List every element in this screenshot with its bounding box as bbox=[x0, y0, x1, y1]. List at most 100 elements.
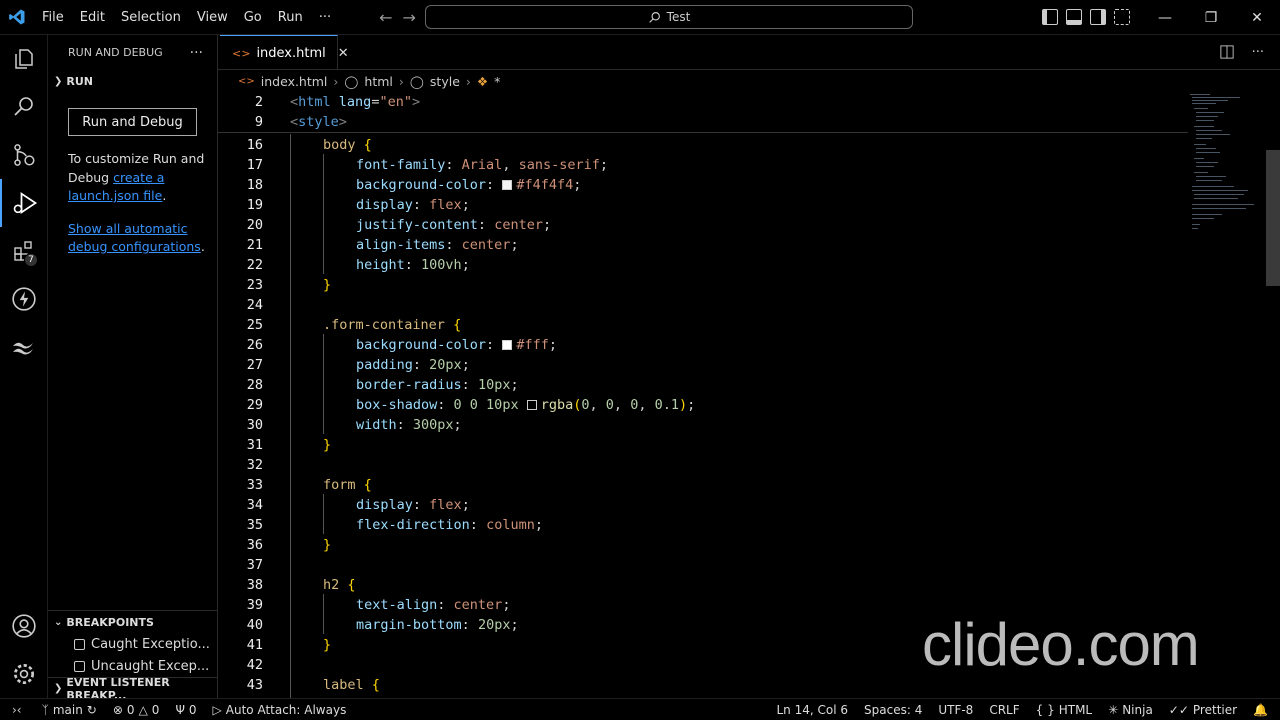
remote-icon: ›‹ bbox=[12, 702, 22, 717]
git-branch[interactable]: ᛉ main ↻ bbox=[34, 703, 105, 717]
menu-selection[interactable]: Selection bbox=[113, 0, 189, 35]
toggle-secondary-sidebar-icon[interactable] bbox=[1090, 9, 1106, 25]
code-line[interactable]: 29 box-shadow: 0 0 10px rgba(0, 0, 0, 0.… bbox=[218, 395, 1188, 415]
code-line[interactable]: 16 body { bbox=[218, 135, 1188, 155]
ports-icon: Ψ bbox=[175, 702, 185, 717]
code-line[interactable]: 19 display: flex; bbox=[218, 195, 1188, 215]
back-arrow-icon[interactable]: ← bbox=[379, 8, 392, 27]
code-line[interactable]: 38 h2 { bbox=[218, 575, 1188, 595]
settings-gear-icon[interactable] bbox=[0, 650, 48, 698]
code-line[interactable]: 18 background-color: #f4f4f4; bbox=[218, 175, 1188, 195]
tag-icon: ◯ bbox=[409, 73, 424, 89]
code-line[interactable]: 25 .form-container { bbox=[218, 315, 1188, 335]
menu-more[interactable]: ··· bbox=[311, 0, 339, 35]
uncaught-exceptions-item[interactable]: Uncaught Excep... bbox=[48, 655, 218, 677]
minimize-icon[interactable]: — bbox=[1142, 0, 1188, 35]
color-swatch[interactable] bbox=[502, 180, 513, 190]
menu-edit[interactable]: Edit bbox=[72, 0, 113, 35]
tab-index-html[interactable]: <> index.html ✕ bbox=[220, 35, 349, 70]
sticky-line[interactable]: 9 <style> bbox=[218, 112, 1188, 132]
color-swatch[interactable] bbox=[502, 340, 513, 350]
caught-exceptions-item[interactable]: Caught Exceptio... bbox=[48, 633, 218, 655]
encoding[interactable]: UTF-8 bbox=[930, 703, 981, 717]
close-icon[interactable]: ✕ bbox=[1234, 0, 1280, 35]
auto-attach[interactable]: ▷ Auto Attach: Always bbox=[205, 703, 355, 717]
code-line[interactable]: 31 } bbox=[218, 435, 1188, 455]
editor-scrollbar[interactable] bbox=[1266, 150, 1280, 286]
command-center-label: Test bbox=[666, 10, 691, 24]
ports-indicator[interactable]: Ψ 0 bbox=[167, 703, 204, 717]
breadcrumb-html[interactable]: html bbox=[364, 74, 392, 89]
language-mode[interactable]: { } HTML bbox=[1028, 703, 1101, 717]
run-section-header[interactable]: ❯ RUN bbox=[48, 70, 217, 92]
split-editor-icon[interactable] bbox=[1220, 45, 1234, 63]
braces-icon: { } bbox=[1035, 703, 1055, 717]
remote-indicator[interactable]: ›‹ bbox=[0, 703, 34, 717]
menu-go[interactable]: Go bbox=[236, 0, 270, 35]
editor-more-icon[interactable]: ··· bbox=[1252, 45, 1264, 63]
breadcrumb-style[interactable]: style bbox=[430, 74, 460, 89]
line-ending[interactable]: CRLF bbox=[981, 703, 1027, 717]
source-control-icon[interactable] bbox=[0, 131, 48, 179]
menu-file[interactable]: File bbox=[34, 0, 72, 35]
code-line[interactable]: 24 bbox=[218, 295, 1188, 315]
restore-icon[interactable]: ❐ bbox=[1188, 0, 1234, 35]
breadcrumb-star[interactable]: * bbox=[494, 74, 500, 89]
breakpoints-header[interactable]: ⌄ BREAKPOINTS bbox=[48, 611, 218, 633]
search-icon[interactable] bbox=[0, 83, 48, 131]
minimap[interactable] bbox=[1188, 92, 1266, 242]
code-line[interactable]: 23 } bbox=[218, 275, 1188, 295]
vscode-logo-icon bbox=[0, 0, 34, 35]
indentation[interactable]: Spaces: 4 bbox=[856, 703, 930, 717]
notifications-bell-icon[interactable]: 🔔 bbox=[1245, 703, 1280, 717]
code-line[interactable]: 27 padding: 20px; bbox=[218, 355, 1188, 375]
ninja-extension[interactable]: ✳ Ninja bbox=[1100, 703, 1161, 717]
code-line[interactable]: 21 align-items: center; bbox=[218, 235, 1188, 255]
code-line[interactable]: 35 flex-direction: column; bbox=[218, 515, 1188, 535]
code-editor[interactable]: 2 <html lang="en"> 9 <style> 16 body { 1… bbox=[218, 92, 1188, 698]
code-line[interactable]: 32 bbox=[218, 455, 1188, 475]
toggle-primary-sidebar-icon[interactable] bbox=[1042, 9, 1058, 25]
extensions-icon[interactable]: 7 bbox=[0, 227, 48, 275]
prettier-extension[interactable]: ✓✓ Prettier bbox=[1161, 703, 1245, 717]
code-line[interactable]: 34 display: flex; bbox=[218, 495, 1188, 515]
code-line[interactable]: 30 width: 300px; bbox=[218, 415, 1188, 435]
code-line[interactable]: 28 border-radius: 10px; bbox=[218, 375, 1188, 395]
caught-exceptions-checkbox[interactable] bbox=[74, 638, 85, 650]
sticky-line[interactable]: 2 <html lang="en"> bbox=[218, 92, 1188, 112]
menu-run[interactable]: Run bbox=[270, 0, 311, 35]
title-bar: File Edit Selection View Go Run ··· ← → … bbox=[0, 0, 1280, 35]
color-swatch[interactable] bbox=[526, 400, 537, 410]
run-and-debug-icon[interactable] bbox=[0, 179, 48, 227]
run-and-debug-button[interactable]: Run and Debug bbox=[68, 108, 197, 136]
debug-icon: ▷ bbox=[212, 702, 222, 717]
code-line[interactable]: 22 height: 100vh; bbox=[218, 255, 1188, 275]
breadcrumb-file[interactable]: index.html bbox=[261, 74, 328, 89]
event-listener-breakpoints-header[interactable]: ❯ EVENT LISTENER BREAKP... bbox=[48, 676, 218, 702]
breadcrumb-separator-icon: › bbox=[333, 73, 339, 89]
watermark-logo: clideo.com bbox=[922, 611, 1200, 678]
tab-close-icon[interactable]: ✕ bbox=[338, 46, 349, 61]
sidebar-more-icon[interactable]: ··· bbox=[190, 45, 203, 61]
code-line[interactable]: 20 justify-content: center; bbox=[218, 215, 1188, 235]
problems-indicator[interactable]: ⊗ 0 △ 0 bbox=[105, 703, 168, 717]
uncaught-exceptions-checkbox[interactable] bbox=[74, 660, 85, 672]
code-line[interactable]: 17 font-family: Arial, sans-serif; bbox=[218, 155, 1188, 175]
forward-arrow-icon[interactable]: → bbox=[403, 8, 416, 27]
explorer-icon[interactable] bbox=[0, 35, 48, 83]
command-center-search[interactable]: Test bbox=[425, 5, 913, 29]
account-icon[interactable] bbox=[0, 602, 48, 650]
show-debug-configurations-link[interactable]: Show all automatic debug configurations bbox=[68, 221, 201, 255]
warning-icon: △ bbox=[138, 702, 148, 717]
tailwind-icon[interactable] bbox=[0, 323, 48, 371]
cursor-position[interactable]: Ln 14, Col 6 bbox=[769, 703, 857, 717]
toggle-panel-icon[interactable] bbox=[1066, 9, 1082, 25]
menu-view[interactable]: View bbox=[189, 0, 236, 35]
code-line[interactable]: 26 background-color: #fff; bbox=[218, 335, 1188, 355]
lightning-icon[interactable] bbox=[0, 275, 48, 323]
code-line[interactable]: 33 form { bbox=[218, 475, 1188, 495]
code-line[interactable]: 36 } bbox=[218, 535, 1188, 555]
code-line[interactable]: 37 bbox=[218, 555, 1188, 575]
git-branch-icon: ᛉ bbox=[41, 702, 49, 717]
customize-layout-icon[interactable] bbox=[1114, 9, 1130, 25]
